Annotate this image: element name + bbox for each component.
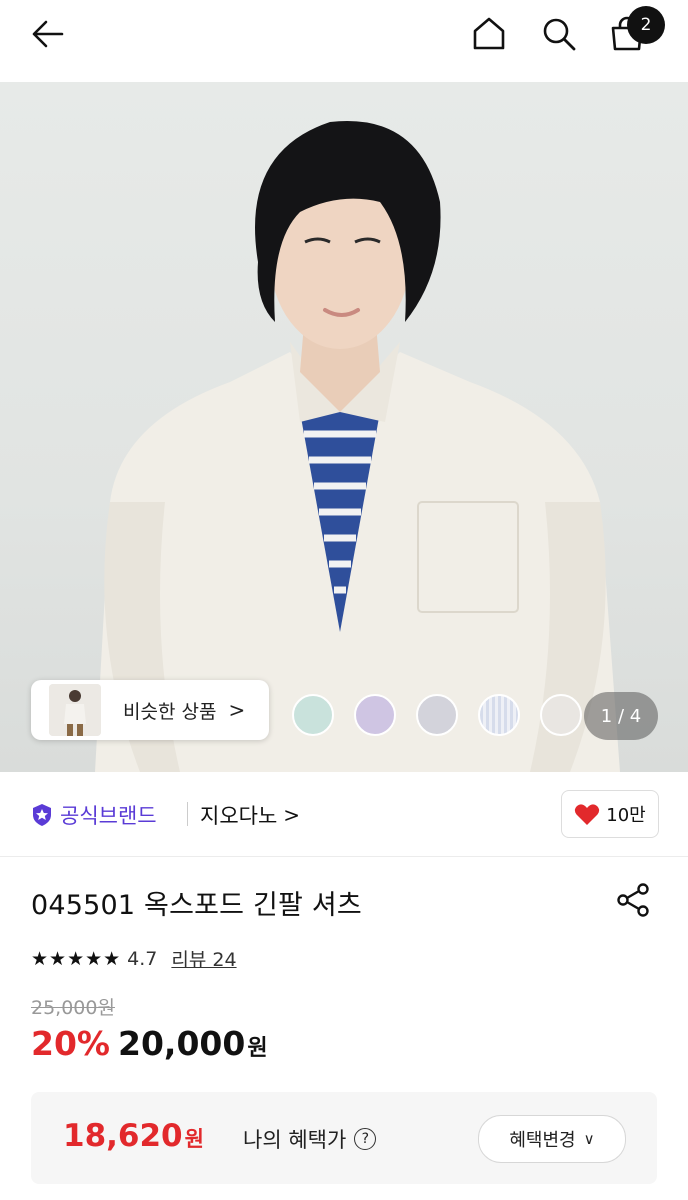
- help-question-icon[interactable]: ?: [354, 1128, 377, 1150]
- heart-icon: [575, 804, 600, 825]
- currency-unit: 원: [184, 1127, 204, 1151]
- change-benefit-label: 혜택변경: [509, 1130, 576, 1151]
- home-icon[interactable]: [467, 12, 511, 56]
- like-count: 10만: [606, 805, 646, 826]
- official-brand-label: 공식브랜드: [60, 804, 157, 828]
- original-price: 25,000원: [31, 997, 115, 1019]
- like-button[interactable]: 10만: [561, 790, 659, 838]
- color-swatch-ivory[interactable]: [540, 694, 582, 736]
- product-photo: [95, 121, 620, 772]
- sale-price-value: 20,000: [118, 1024, 246, 1063]
- brand-link[interactable]: 지오다노 >: [200, 800, 300, 830]
- back-arrow-icon[interactable]: [24, 12, 68, 56]
- chevron-down-icon: ∨: [583, 1130, 595, 1148]
- official-shield-icon: [33, 804, 51, 826]
- chevron-right-icon: >: [283, 803, 301, 827]
- discount-rate: 20%: [31, 1024, 110, 1063]
- share-icon[interactable]: [611, 878, 655, 922]
- product-title: 045501 옥스포드 긴팔 셔츠: [31, 890, 362, 921]
- star-rating-icon: ★★★★★: [31, 947, 122, 970]
- benefit-label-group: 나의 혜택가 ?: [243, 1124, 377, 1154]
- image-counter: 1 / 4: [584, 692, 658, 740]
- top-bar: 2: [0, 0, 688, 82]
- rating-row: ★★★★★ 4.7 리뷰 24: [31, 945, 237, 972]
- color-swatch-stripe[interactable]: [478, 694, 520, 736]
- brand-name: 지오다노: [200, 804, 278, 828]
- sale-price: 20,000 원: [118, 1024, 268, 1063]
- benefit-price: 18,620 원: [63, 1118, 204, 1154]
- divider: [187, 802, 188, 826]
- similar-products-button[interactable]: 비슷한 상품 >: [31, 680, 269, 740]
- similar-products-label: 비슷한 상품: [123, 700, 217, 723]
- cart-count-badge: 2: [627, 6, 665, 44]
- reviews-link[interactable]: 리뷰 24: [171, 945, 236, 972]
- my-benefit-box: 18,620 원 나의 혜택가 ? 혜택변경 ∨: [31, 1092, 657, 1184]
- chevron-right-icon: >: [228, 698, 246, 722]
- brand-row: 공식브랜드 지오다노 > 10만: [0, 772, 688, 857]
- currency-unit: 원: [247, 1036, 268, 1061]
- benefit-label: 나의 혜택가: [243, 1128, 347, 1152]
- rating-score: 4.7: [127, 947, 158, 970]
- search-icon[interactable]: [537, 12, 581, 56]
- change-benefit-button[interactable]: 혜택변경 ∨: [478, 1115, 626, 1163]
- official-brand-badge: 공식브랜드: [30, 800, 157, 830]
- similar-product-thumbnail: [49, 684, 101, 736]
- benefit-price-value: 18,620: [63, 1118, 183, 1154]
- product-image-carousel[interactable]: 비슷한 상품 > 1 / 4: [0, 82, 688, 772]
- color-swatch-gray[interactable]: [416, 694, 458, 736]
- color-swatch-lavender[interactable]: [354, 694, 396, 736]
- color-swatch-mint[interactable]: [292, 694, 334, 736]
